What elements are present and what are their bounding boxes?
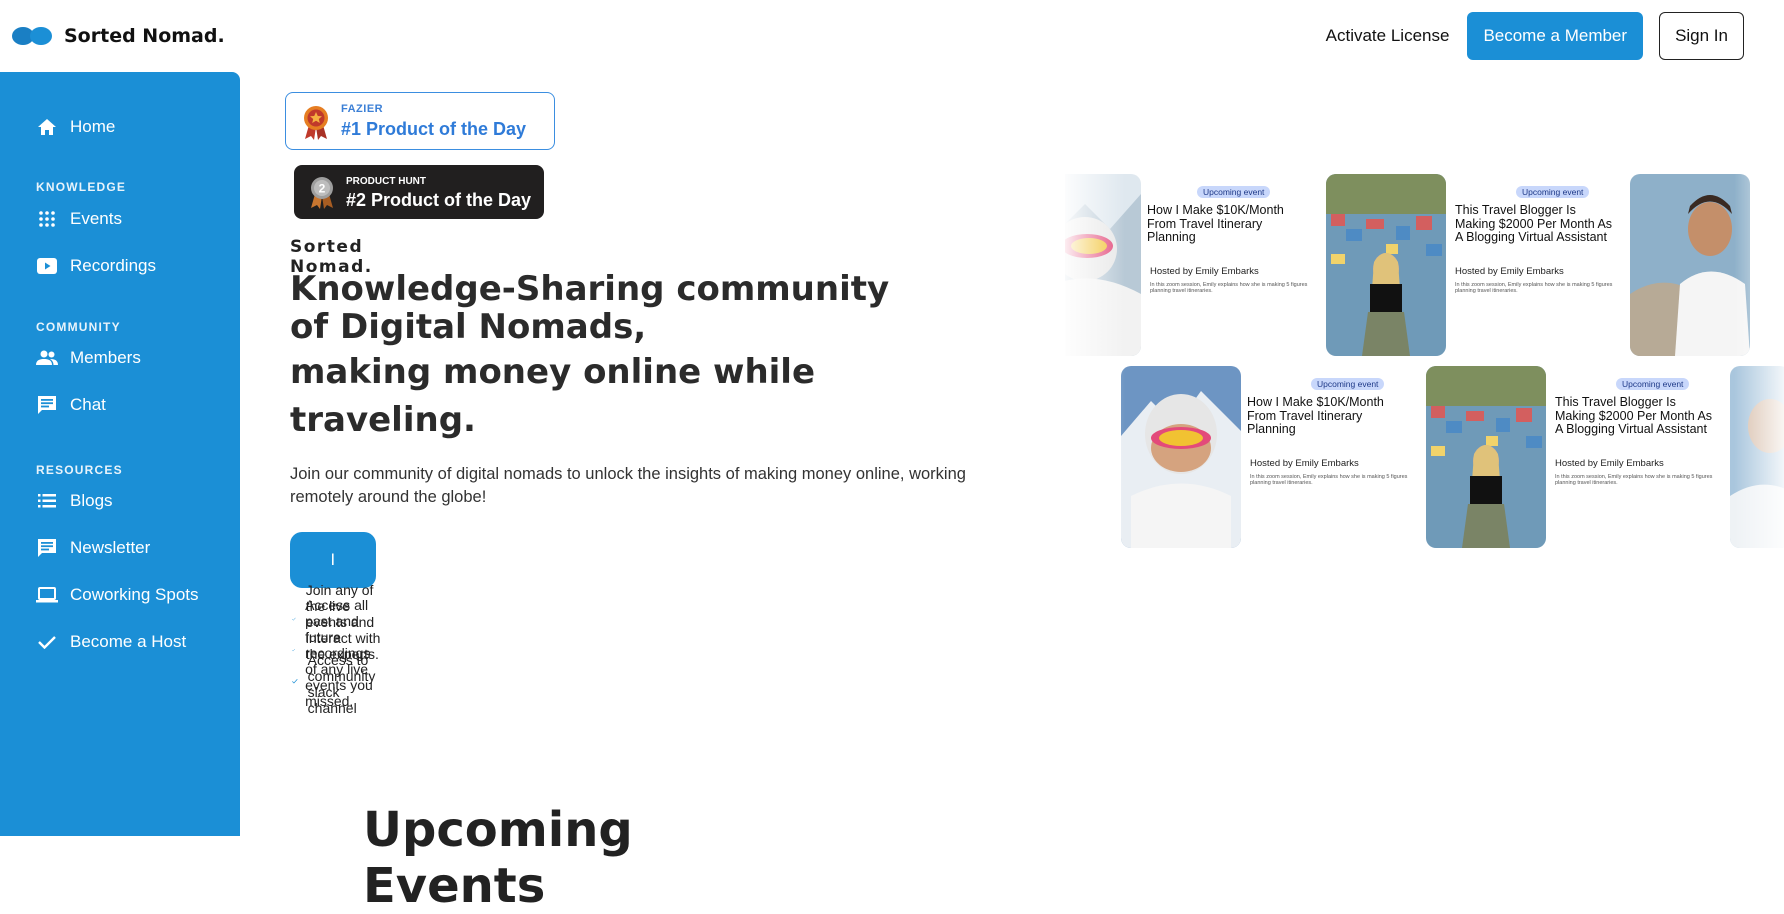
- event-card[interactable]: Upcoming event This Travel Blogger Is Ma…: [1326, 174, 1616, 356]
- hero-subtitle: Join our community of digital nomads to …: [290, 465, 966, 506]
- sidebar-item-label: Newsletter: [70, 538, 151, 557]
- sidebar-item-label: Events: [70, 209, 122, 228]
- check-icon: [292, 648, 296, 651]
- event-description: In this zoom session, Emily explains how…: [1250, 474, 1408, 486]
- top-navbar: Sorted Nomad. Activate License Become a …: [0, 0, 1784, 72]
- upcoming-tag: Upcoming event: [1616, 378, 1690, 390]
- message-icon: [36, 537, 58, 559]
- sidebar-item-label: Become a Host: [70, 632, 187, 651]
- home-icon: [36, 116, 58, 138]
- sidebar-heading-resources: RESOURCES: [36, 463, 123, 477]
- sidebar-item-label: Coworking Spots: [70, 585, 199, 604]
- product-hunt-label: PRODUCT HUNT: [346, 176, 426, 187]
- sidebar-heading-knowledge: KNOWLEDGE: [36, 180, 127, 194]
- fazier-title: #1 Product of the Day: [341, 119, 527, 139]
- sidebar-item-newsletter[interactable]: Newsletter: [36, 537, 150, 559]
- header-actions: Activate License Become a Member Sign In: [1326, 12, 1744, 60]
- hero-heading: Knowledge-Sharing community of Digital N…: [290, 270, 910, 444]
- hero-line-3: traveling.: [290, 400, 476, 440]
- check-icon: [36, 631, 58, 653]
- logo-icon: [12, 24, 54, 48]
- sidebar-item-label: Blogs: [70, 491, 113, 510]
- grid-dots-icon: [36, 208, 58, 230]
- event-title: How I Make $10K/Month From Travel Itiner…: [1147, 203, 1284, 244]
- award-medal-icon: [304, 106, 328, 140]
- fazier-label: FAZIER: [341, 103, 384, 115]
- hero-line-2: making money online while: [290, 352, 816, 392]
- event-description: In this zoom session, Emily explains how…: [1555, 474, 1713, 486]
- event-title: How I Make $10K/Month From Travel Itiner…: [1247, 395, 1384, 436]
- sidebar-item-label: Chat: [70, 395, 106, 414]
- check-icon: [292, 678, 298, 683]
- benefit-text: Access to community slack channel: [307, 651, 376, 716]
- sidebar-item-label: Members: [70, 348, 141, 367]
- event-host: Hosted by Emily Embarks: [1250, 458, 1359, 469]
- brand-name: Sorted Nomad.: [64, 25, 225, 47]
- upcoming-tag: Upcoming event: [1516, 186, 1590, 198]
- event-photo: [1630, 174, 1750, 356]
- event-host: Hosted by Emily Embarks: [1555, 458, 1664, 469]
- medal-rank: 2: [319, 182, 326, 196]
- hero-line-1: Knowledge-Sharing community of Digital N…: [290, 269, 890, 347]
- sidebar-item-home[interactable]: Home: [36, 116, 115, 138]
- event-card[interactable]: Upcoming event How I Make $10K/Month Fro…: [1121, 366, 1411, 548]
- upcoming-events-heading: Upcoming Events: [363, 802, 633, 914]
- sidebar-heading-community: COMMUNITY: [36, 320, 121, 334]
- people-icon: [36, 347, 58, 369]
- carousel-fade-left: [1065, 170, 1125, 550]
- event-host: Hosted by Emily Embarks: [1150, 266, 1259, 277]
- event-cards-carousel: Upcoming event How I Make $10K/Month Fro…: [1065, 170, 1784, 550]
- join-free-button[interactable]: I WANT TO JOIN FOR FREE: [290, 532, 376, 849]
- become-member-button[interactable]: Become a Member: [1467, 12, 1644, 60]
- upcoming-tag: Upcoming event: [1311, 378, 1385, 390]
- event-description: In this zoom session, Emily explains how…: [1455, 282, 1613, 294]
- laptop-icon: [36, 584, 58, 606]
- product-hunt-badge[interactable]: 2 PRODUCT HUNT #2 Product of the Day: [294, 165, 544, 219]
- sign-in-button[interactable]: Sign In: [1659, 12, 1744, 60]
- sidebar-item-members[interactable]: Members: [36, 347, 141, 369]
- fazier-badge[interactable]: FAZIER #1 Product of the Day: [285, 92, 555, 150]
- list-icon: [36, 490, 58, 512]
- sidebar-item-coworking-spots[interactable]: Coworking Spots: [36, 584, 199, 606]
- silver-medal-icon: 2: [311, 177, 333, 209]
- benefits-list: Join any of the live events and interact…: [292, 582, 386, 716]
- video-play-icon: [36, 255, 58, 277]
- upcoming-tag: Upcoming event: [1197, 186, 1271, 198]
- product-hunt-title: #2 Product of the Day: [346, 190, 532, 210]
- chat-icon: [36, 394, 58, 416]
- activate-license-link[interactable]: Activate License: [1326, 26, 1450, 46]
- carousel-fade-right: [1734, 170, 1784, 550]
- event-title: This Travel Blogger Is Making $2000 Per …: [1555, 395, 1713, 436]
- sidebar: Home KNOWLEDGE Events Recordings COMMUNI…: [0, 72, 240, 836]
- event-photo: [1121, 366, 1241, 548]
- sidebar-item-label: Recordings: [70, 256, 156, 275]
- event-card[interactable]: Upcoming event This Travel Blogger Is Ma…: [1426, 366, 1716, 548]
- sidebar-item-recordings[interactable]: Recordings: [36, 255, 156, 277]
- event-description: In this zoom session, Emily explains how…: [1150, 282, 1308, 294]
- sidebar-item-become-host[interactable]: Become a Host: [36, 631, 186, 653]
- logo[interactable]: Sorted Nomad.: [12, 24, 225, 48]
- event-photo: [1426, 366, 1546, 548]
- sidebar-item-events[interactable]: Events: [36, 208, 122, 230]
- check-icon: [292, 617, 296, 621]
- event-photo: [1326, 174, 1446, 356]
- sidebar-item-label: Home: [70, 117, 116, 136]
- event-title: This Travel Blogger Is Making $2000 Per …: [1455, 203, 1613, 244]
- sidebar-item-blogs[interactable]: Blogs: [36, 490, 113, 512]
- sidebar-item-chat[interactable]: Chat: [36, 394, 106, 416]
- event-host: Hosted by Emily Embarks: [1455, 266, 1564, 277]
